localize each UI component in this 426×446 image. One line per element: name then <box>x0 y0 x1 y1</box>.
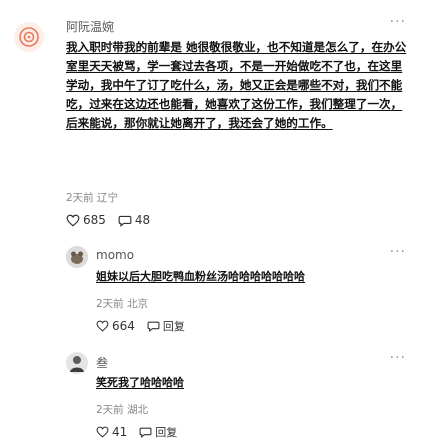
reply-like-count: 41 <box>112 425 128 439</box>
comment-icon <box>147 321 160 332</box>
figure-avatar-icon <box>66 352 88 374</box>
reply-more-button[interactable]: ··· <box>390 244 406 260</box>
reply-author-name[interactable]: momo <box>96 248 134 262</box>
reply-time: 2天前 <box>96 404 124 416</box>
reply-text: 姐妹以后大胆吃鸭血粉丝汤哈哈哈哈哈哈哈 <box>96 270 305 283</box>
post-actions: 685 48 <box>66 213 158 227</box>
post-meta: 2天前 辽宁 <box>66 190 118 205</box>
reply-avatar[interactable] <box>66 352 88 374</box>
heart-icon <box>96 320 109 332</box>
reply-actions: 664 回复 <box>96 318 193 334</box>
reply-time: 2天前 <box>96 298 124 310</box>
post-time: 2天前 <box>66 192 94 204</box>
reply-text: 笑死我了哈哈哈哈 <box>96 376 184 389</box>
post-location: 辽宁 <box>97 192 119 204</box>
reply-more-button[interactable]: ··· <box>390 350 406 366</box>
comment-count: 48 <box>134 213 151 227</box>
reply-label: 回复 <box>162 320 185 333</box>
post-body: 我入职时带我的前辈是 她很敬很敬业，也不知道是怎么了，在办公室里天天被骂，学一套… <box>66 40 407 130</box>
reply-like-button[interactable]: 664 <box>96 319 135 333</box>
reply-actions: 41 回复 <box>96 424 185 440</box>
reply-meta: 2天前 湖北 <box>96 402 148 417</box>
reply-meta: 2天前 北京 <box>96 296 148 311</box>
animal-avatar-icon <box>66 246 88 268</box>
more-options-button[interactable]: ··· <box>390 14 406 30</box>
heart-icon <box>96 426 109 438</box>
comment-icon <box>118 215 132 227</box>
reply-avatar[interactable] <box>66 246 88 268</box>
reply-reply-button[interactable]: 回复 <box>147 318 185 334</box>
like-button[interactable]: 685 <box>66 213 106 227</box>
comment-icon <box>139 427 152 438</box>
reply-like-count: 664 <box>112 319 135 333</box>
reply-like-button[interactable]: 41 <box>96 425 127 439</box>
comment-button[interactable]: 48 <box>118 213 150 227</box>
reply-location: 北京 <box>127 298 149 310</box>
author-avatar[interactable] <box>14 22 44 52</box>
reply-label: 回复 <box>155 426 178 439</box>
author-name[interactable]: 阿阮温婉 <box>66 18 114 35</box>
spiral-icon <box>19 27 39 47</box>
reply-author-name[interactable]: 叁 <box>96 354 108 371</box>
like-count: 685 <box>83 213 106 227</box>
heart-icon <box>66 214 80 227</box>
reply-reply-button[interactable]: 回复 <box>139 424 177 440</box>
reply-location: 湖北 <box>127 404 149 416</box>
